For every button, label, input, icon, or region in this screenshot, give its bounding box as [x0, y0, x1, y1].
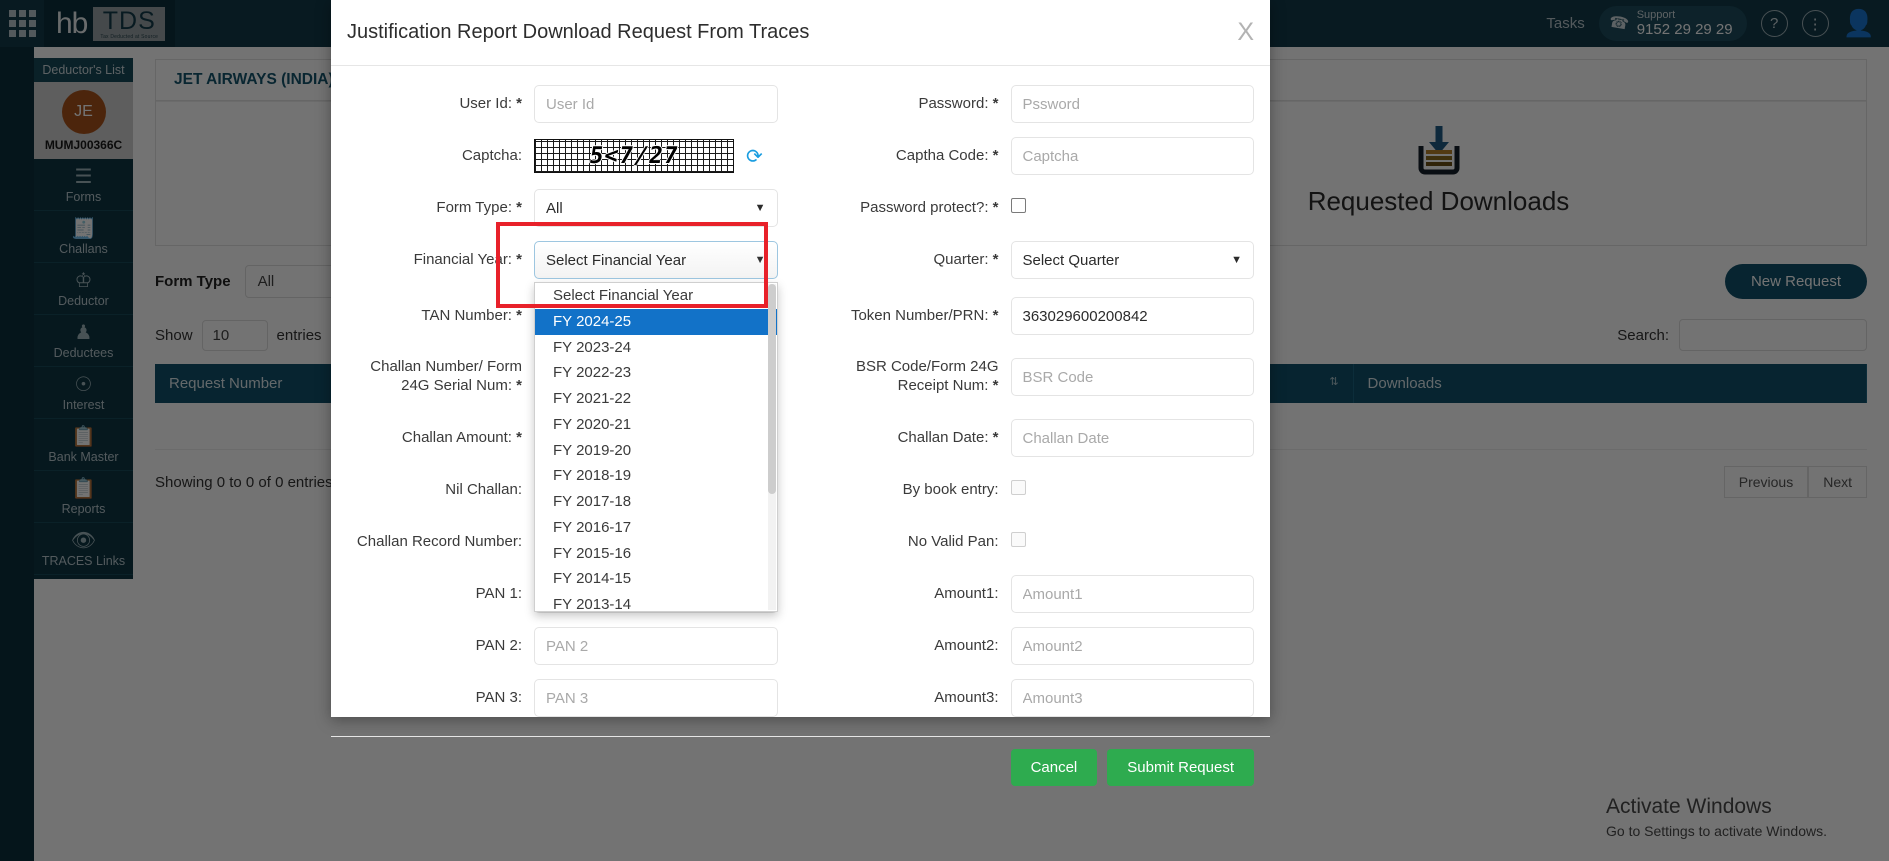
field-label: No Valid Pan:	[907, 532, 999, 550]
financial-year-option[interactable]: FY 2023-24	[535, 335, 777, 361]
field-captcha-code: Captha Code: *	[824, 136, 1254, 176]
field-label: Challan Date: *	[897, 428, 999, 446]
field-label: Challan Number/ Form 24G Serial Num: *	[370, 358, 522, 394]
field-pan-3: PAN 3:	[347, 678, 778, 718]
field-label: PAN 1:	[475, 584, 522, 602]
password-protect-checkbox[interactable]	[1010, 198, 1026, 213]
pan-2-field[interactable]	[534, 627, 778, 665]
amount-3-field[interactable]	[1010, 679, 1254, 717]
field-label: Amount1:	[934, 584, 999, 602]
captcha-code-field[interactable]	[1010, 137, 1254, 175]
amount-2-field[interactable]	[1010, 627, 1254, 665]
challan-date-field[interactable]	[1010, 419, 1254, 457]
field-pan-2: PAN 2:	[347, 626, 778, 666]
field-no-valid-pan: No Valid Pan:	[824, 522, 1255, 562]
financial-year-option[interactable]: FY 2017-18	[535, 489, 777, 515]
field-password-protect: Password protect?: *	[824, 188, 1255, 228]
field-user-id: User Id: *	[347, 84, 778, 124]
financial-year-option[interactable]: FY 2016-17	[535, 515, 777, 541]
field-label: Password: *	[918, 94, 999, 112]
field-financial-year: Financial Year: * Select Financial Year …	[347, 222, 778, 612]
close-icon[interactable]: X	[1237, 18, 1254, 47]
field-label: Token Number/PRN: *	[850, 306, 999, 324]
field-label: Captcha:	[461, 146, 522, 164]
financial-year-option[interactable]: FY 2020-21	[535, 412, 777, 438]
financial-year-option[interactable]: FY 2018-19	[535, 463, 777, 489]
field-label: User Id: *	[459, 94, 522, 112]
field-label: Password protect?: *	[860, 198, 999, 216]
user-id-field[interactable]	[534, 85, 778, 123]
field-token-number: Token Number/PRN: *	[824, 296, 1254, 336]
selected-value: Select Quarter	[1022, 251, 1120, 269]
field-label: Quarter: *	[933, 250, 999, 268]
password-field[interactable]	[1010, 85, 1254, 123]
field-form-type: Form Type: * All ▼	[347, 188, 778, 228]
field-label: BSR Code/Form 24G Receipt Num: *	[855, 358, 999, 394]
financial-year-option[interactable]: FY 2013-14	[535, 592, 777, 611]
chevron-down-icon: ▼	[754, 202, 766, 214]
modal-footer: Cancel Submit Request	[331, 736, 1270, 798]
field-label: PAN 3:	[475, 688, 522, 706]
chevron-down-icon: ▼	[754, 254, 766, 266]
financial-year-option[interactable]: FY 2021-22	[535, 386, 777, 412]
field-label: Form Type: *	[436, 198, 522, 216]
financial-year-select[interactable]: Select Financial Year ▼	[534, 241, 778, 279]
captcha-image: 5<7/27	[534, 139, 734, 173]
field-captcha: Captcha: 5<7/27 ⟳	[347, 136, 778, 176]
chevron-down-icon: ▼	[1231, 254, 1242, 266]
pan-3-field[interactable]	[534, 679, 778, 717]
amount-1-field[interactable]	[1010, 575, 1254, 613]
financial-year-option[interactable]: Select Financial Year	[535, 283, 777, 309]
field-amount-1: Amount1:	[824, 574, 1254, 614]
financial-year-option[interactable]: FY 2024-25	[535, 308, 777, 335]
by-book-entry-checkbox[interactable]	[1010, 480, 1026, 495]
field-label: Captha Code: *	[895, 146, 999, 164]
selected-value: All	[546, 199, 563, 217]
field-amount-3: Amount3:	[824, 678, 1254, 718]
modal-body: User Id: * Captcha: 5<7/27 ⟳ Form Type: …	[331, 66, 1270, 736]
modal-right-column: Password: * Captha Code: * Password prot…	[824, 84, 1255, 730]
financial-year-option[interactable]: FY 2022-23	[535, 360, 777, 386]
bsr-code-field[interactable]	[1010, 358, 1254, 396]
financial-year-option[interactable]: FY 2014-15	[535, 566, 777, 592]
field-label: TAN Number: *	[421, 306, 522, 324]
field-label: Challan Record Number:	[356, 532, 522, 550]
dropdown-scrollbar-thumb[interactable]	[767, 284, 776, 494]
financial-year-option[interactable]: FY 2019-20	[535, 438, 777, 464]
field-label: Challan Amount: *	[401, 428, 522, 446]
submit-request-button[interactable]: Submit Request	[1107, 749, 1254, 786]
quarter-select[interactable]: Select Quarter ▼	[1010, 241, 1254, 279]
cancel-button[interactable]: Cancel	[1010, 749, 1098, 786]
token-number-field[interactable]	[1010, 297, 1254, 335]
field-bsr-code: BSR Code/Form 24G Receipt Num: *	[824, 348, 1254, 406]
field-password: Password: *	[824, 84, 1254, 124]
captcha-text: 5<7/27	[587, 143, 681, 169]
field-quarter: Quarter: * Select Quarter ▼	[824, 240, 1254, 280]
field-challan-date: Challan Date: *	[824, 418, 1254, 458]
field-label: Financial Year: *	[413, 250, 522, 268]
refresh-icon[interactable]: ⟳	[746, 144, 763, 169]
field-by-book-entry: By book entry:	[824, 470, 1255, 510]
field-label: Nil Challan:	[445, 480, 522, 498]
no-valid-pan-checkbox[interactable]	[1010, 532, 1026, 547]
modal-header: Justification Report Download Request Fr…	[331, 0, 1270, 66]
field-label: By book entry:	[902, 480, 999, 498]
field-amount-2: Amount2:	[824, 626, 1254, 666]
modal-left-column: User Id: * Captcha: 5<7/27 ⟳ Form Type: …	[347, 84, 778, 730]
modal-title: Justification Report Download Request Fr…	[347, 21, 810, 43]
financial-year-options-list[interactable]: Select Financial Year FY 2024-25 FY 2023-2…	[534, 282, 778, 612]
selected-value: Select Financial Year	[546, 251, 687, 269]
field-label: PAN 2:	[475, 636, 522, 654]
financial-year-option[interactable]: FY 2015-16	[535, 541, 777, 567]
field-label: Amount3:	[934, 688, 999, 706]
justification-report-modal: Justification Report Download Request Fr…	[331, 0, 1270, 786]
field-label: Amount2:	[934, 636, 999, 654]
form-type-select[interactable]: All ▼	[534, 189, 778, 227]
